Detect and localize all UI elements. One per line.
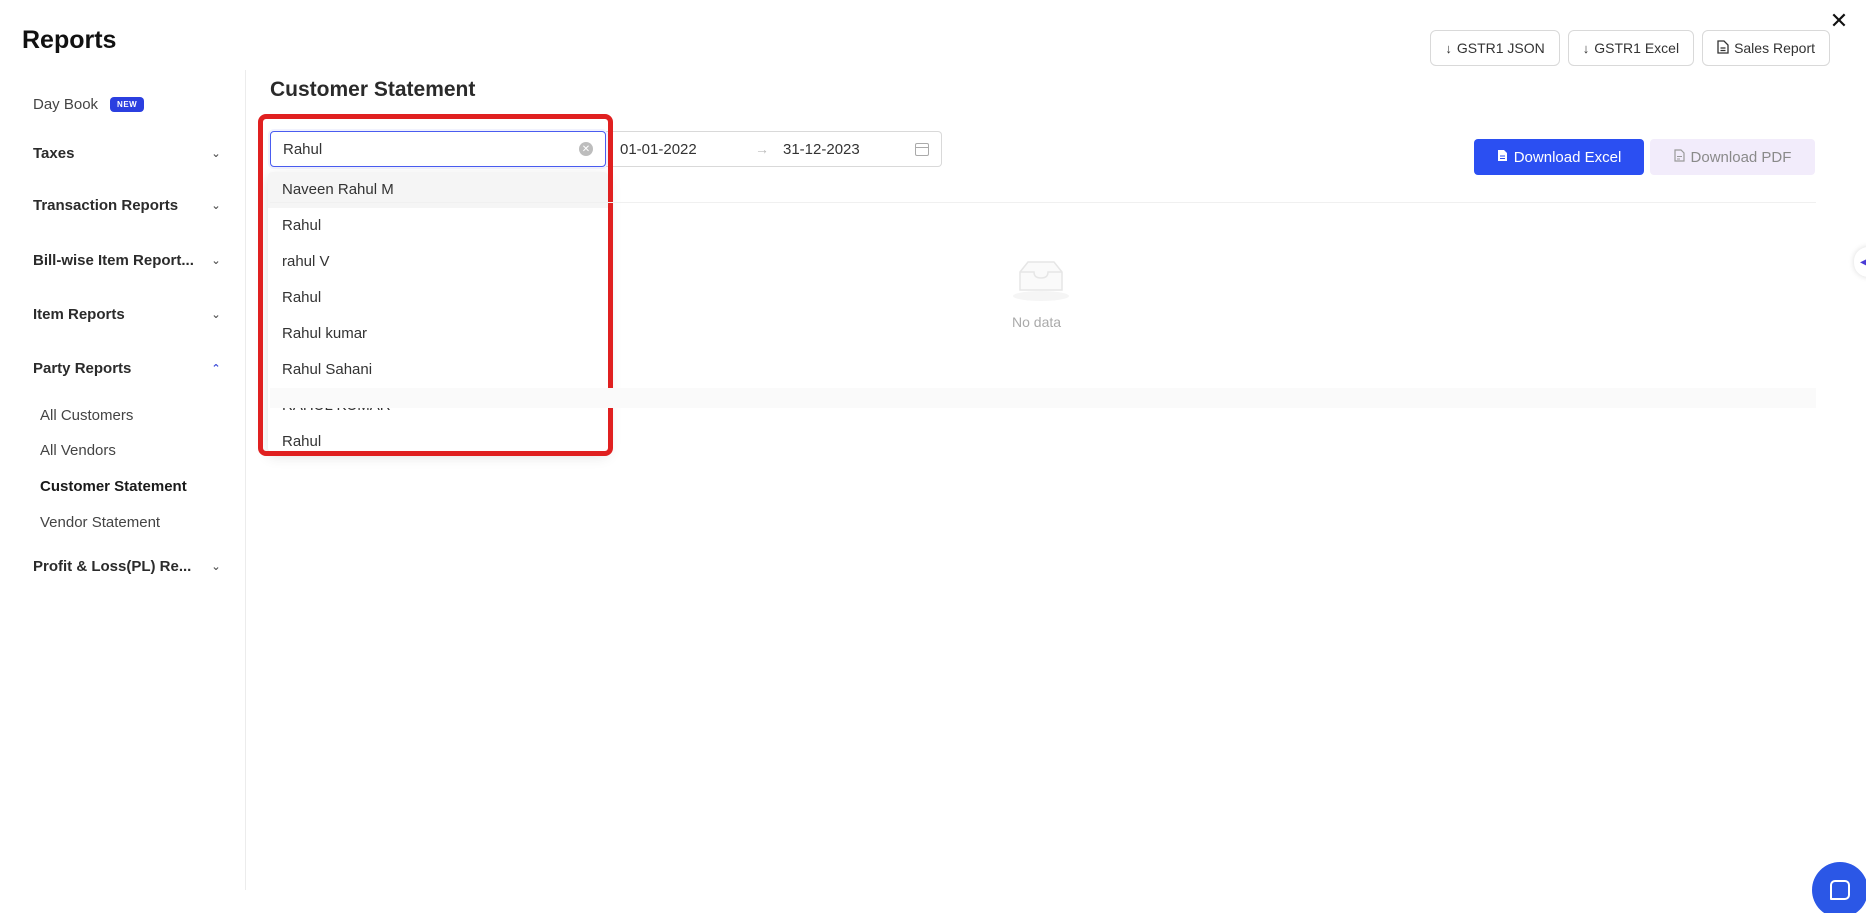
sidebar-item-label: Taxes: [33, 145, 75, 162]
sidebar-item-all-customers[interactable]: All Customers: [40, 407, 133, 424]
top-actions: ↓ GSTR1 JSON ↓ GSTR1 Excel Sales Report: [1430, 30, 1830, 66]
download-pdf-label: Download PDF: [1690, 148, 1792, 166]
download-pdf-button[interactable]: Download PDF: [1650, 139, 1815, 175]
dropdown-option[interactable]: Rahul: [268, 280, 608, 316]
sidebar-item-label: Profit & Loss(PL) Re...: [33, 558, 192, 575]
excel-file-icon: [1497, 149, 1508, 166]
chat-button[interactable]: [1812, 862, 1866, 913]
sidebar-item-label: Item Reports: [33, 306, 125, 323]
sidebar-item-all-vendors[interactable]: All Vendors: [40, 442, 116, 459]
sidebar-item-label: Day Book: [33, 96, 99, 113]
table-footer: [270, 388, 1816, 408]
sidebar-item-label: Transaction Reports: [33, 197, 179, 214]
dropdown-option[interactable]: rahul V: [268, 244, 608, 280]
dropdown-option[interactable]: Rahul kumar: [268, 316, 608, 352]
gstr1-excel-button[interactable]: ↓ GSTR1 Excel: [1567, 30, 1695, 66]
customer-search-input[interactable]: [283, 140, 579, 158]
sidebar-item-label: Bill-wise Item Report...: [33, 252, 194, 269]
dropdown-option[interactable]: Rahul Sahani: [268, 352, 608, 388]
chevron-down-icon: ⌄: [211, 561, 221, 573]
download-arrow-icon: ↓: [1582, 40, 1590, 56]
chevron-down-icon: ⌄: [211, 148, 221, 160]
sales-report-label: Sales Report: [1734, 40, 1815, 56]
download-arrow-icon: ↓: [1445, 40, 1452, 56]
chevron-down-icon: ⌄: [211, 309, 221, 321]
page-title: Reports: [22, 26, 117, 54]
empty-state-text: No data: [1012, 314, 1062, 330]
range-arrow-icon: →: [755, 141, 769, 157]
gstr1-json-label: GSTR1 JSON: [1456, 40, 1545, 56]
gstr1-excel-label: GSTR1 Excel: [1594, 40, 1680, 56]
chevron-down-icon: ⌄: [211, 255, 221, 267]
start-date[interactable]: 01-01-2022: [620, 141, 755, 158]
sidebar-item-item-reports[interactable]: Item Reports ⌄: [33, 306, 223, 323]
dropdown-option[interactable]: Rahul: [268, 208, 608, 244]
empty-inbox-icon: [1013, 261, 1069, 301]
download-excel-label: Download Excel: [1513, 148, 1622, 166]
chevron-left-icon: ◀: [1860, 256, 1866, 268]
new-badge: NEW: [110, 97, 145, 112]
sidebar-item-profit-loss[interactable]: Profit & Loss(PL) Re... ⌄: [33, 558, 223, 575]
calendar-icon[interactable]: [915, 142, 929, 156]
sidebar-item-party-reports[interactable]: Party Reports ⌃: [33, 360, 223, 377]
sales-report-button[interactable]: Sales Report: [1702, 30, 1830, 66]
section-title: Customer Statement: [270, 78, 476, 101]
sidebar-item-bill-wise-item-report[interactable]: Bill-wise Item Report... ⌄: [33, 252, 223, 269]
sidebar-item-vendor-statement[interactable]: Vendor Statement: [40, 514, 160, 531]
download-excel-button[interactable]: Download Excel: [1474, 139, 1644, 175]
table-divider: [270, 202, 1816, 203]
chevron-up-icon: ⌃: [211, 363, 221, 375]
dropdown-option[interactable]: Rahul: [268, 424, 608, 452]
chevron-down-icon: ⌄: [211, 200, 221, 212]
sidebar-item-transaction-reports[interactable]: Transaction Reports ⌄: [33, 197, 223, 214]
sidebar-item-label: Party Reports: [33, 360, 132, 377]
clear-icon[interactable]: ✕: [579, 142, 593, 156]
side-panel-toggle[interactable]: ◀: [1854, 247, 1866, 277]
pdf-file-icon: [1673, 148, 1685, 166]
close-icon: ✕: [1829, 8, 1849, 33]
date-range-picker[interactable]: 01-01-2022 → 31-12-2023: [606, 131, 942, 167]
customer-dropdown: Naveen Rahul M Rahul rahul V Rahul Rahul…: [268, 172, 608, 452]
document-icon: [1717, 39, 1729, 57]
customer-search-field[interactable]: ✕: [270, 131, 606, 167]
sidebar-item-taxes[interactable]: Taxes ⌄: [33, 145, 223, 162]
sidebar-item-day-book[interactable]: Day Book NEW: [33, 96, 223, 113]
sidebar: Day Book NEW Taxes ⌄ Transaction Reports…: [0, 70, 246, 890]
chat-icon: [1830, 880, 1850, 900]
end-date[interactable]: 31-12-2023: [783, 141, 915, 158]
gstr1-json-button[interactable]: ↓ GSTR1 JSON: [1430, 30, 1560, 66]
sidebar-item-customer-statement[interactable]: Customer Statement: [40, 478, 187, 495]
